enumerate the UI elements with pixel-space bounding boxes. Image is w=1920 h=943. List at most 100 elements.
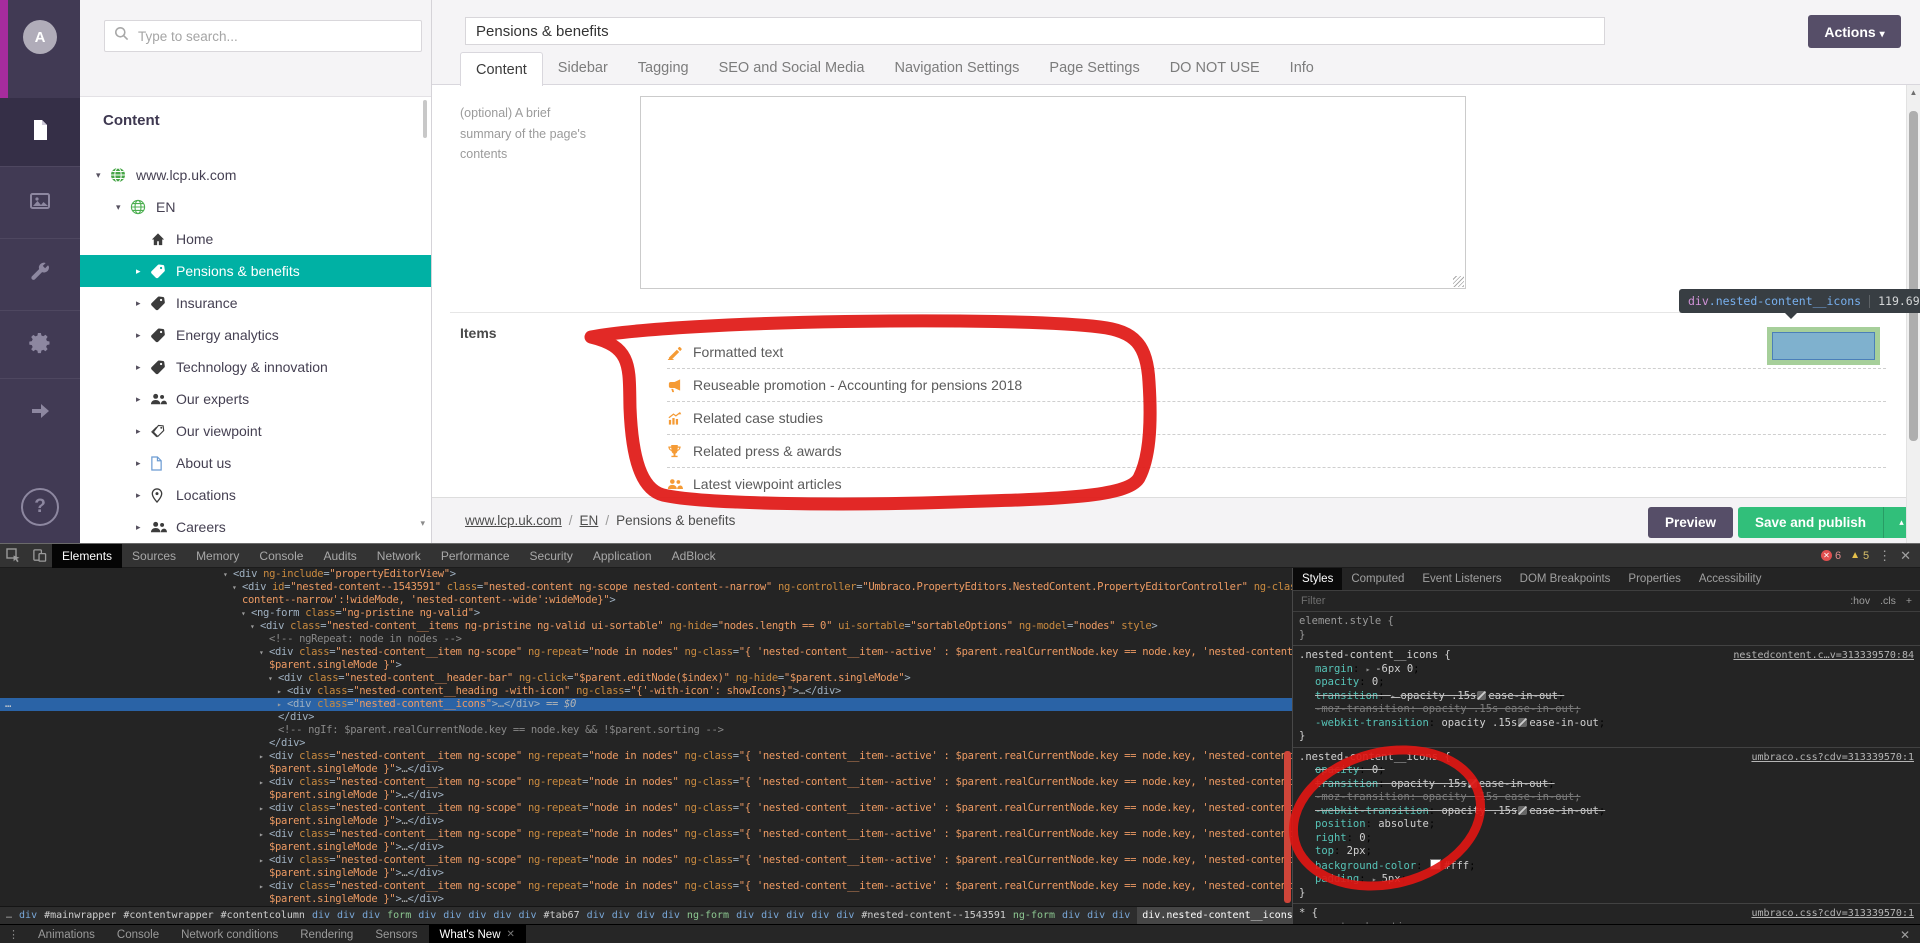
avatar[interactable]: A	[23, 20, 57, 54]
devtools-close-icon[interactable]: ✕	[1900, 548, 1911, 564]
error-badge[interactable]: ✕6	[1821, 550, 1841, 562]
crumb-div[interactable]: div	[1087, 910, 1105, 921]
css-property-position[interactable]: position: absolute;	[1299, 818, 1914, 832]
expand-caret-icon[interactable]: ▾	[241, 607, 251, 620]
devtools-tab-security[interactable]: Security	[520, 544, 583, 568]
tab-content[interactable]: Content	[460, 52, 543, 86]
crumb-ng-form[interactable]: ng-form	[687, 910, 729, 921]
css-property-background-color[interactable]: background-color: #fff;	[1299, 859, 1914, 874]
sidebar-item-translation[interactable]	[0, 378, 80, 447]
tree-item-technology-innovation[interactable]: ▸Technology & innovation	[80, 351, 431, 383]
expand-caret-icon[interactable]: ▸	[259, 802, 269, 815]
tree-caret-icon[interactable]: ▸	[136, 394, 150, 405]
tab-info[interactable]: Info	[1275, 52, 1329, 84]
expand-caret-icon[interactable]: ▾	[223, 568, 233, 581]
expand-caret-icon[interactable]: ▾	[232, 581, 242, 594]
devtools-tab-memory[interactable]: Memory	[186, 544, 249, 568]
tree-item-locations[interactable]: ▸Locations	[80, 479, 431, 511]
drawer-tab-console[interactable]: Console	[106, 925, 170, 943]
crumb-div-nested-content-icons[interactable]: div.nested-content__icons	[1137, 907, 1292, 925]
devtools-tab-audits[interactable]: Audits	[313, 544, 366, 568]
expand-caret-icon[interactable]: ▾	[259, 646, 269, 659]
crumb-div[interactable]: div	[662, 910, 680, 921]
css-property-webkit-transition[interactable]: -webkit-transition: opacity .15sease-in-…	[1299, 805, 1914, 819]
dom-node-line[interactable]: </div>	[0, 711, 1292, 724]
stylesheet-source-link[interactable]: nestedcontent.c…v=313339570:84	[1733, 649, 1914, 663]
css-property-webkit-transition[interactable]: -webkit-transition: opacity .15sease-in-…	[1299, 717, 1914, 731]
tree-caret-icon[interactable]: ▸	[136, 522, 150, 533]
tree-item-home[interactable]: Home	[80, 223, 431, 255]
crumb-div[interactable]: div	[1062, 910, 1080, 921]
dom-node-line[interactable]: $parent.singleMode }">…</div>	[0, 789, 1292, 802]
tab-navigation-settings[interactable]: Navigation Settings	[879, 52, 1034, 84]
dom-node-line[interactable]: ▸<div class="nested-content__item ng-sco…	[0, 802, 1292, 815]
sidebar-item-settings[interactable]	[0, 238, 80, 311]
nested-item-formatted-text[interactable]: Formatted text	[667, 336, 1886, 369]
drawer-tab-network-conditions[interactable]: Network conditions	[170, 925, 289, 943]
devtools-tab-sources[interactable]: Sources	[122, 544, 186, 568]
crumb-div[interactable]: div	[312, 910, 330, 921]
crumb-mainwrapper[interactable]: #mainwrapper	[44, 910, 116, 921]
tree-scroll-down-icon[interactable]: ▾	[420, 518, 425, 529]
nested-item-reuseable-promotion-accounting-for-pensions-2018[interactable]: Reuseable promotion - Accounting for pen…	[667, 369, 1886, 402]
dom-node-line[interactable]: ▸<div class="nested-content__item ng-sco…	[0, 880, 1292, 893]
nested-item-related-press-awards[interactable]: Related press & awards	[667, 435, 1886, 468]
tree-item-about-us[interactable]: ▸About us	[80, 447, 431, 479]
color-swatch[interactable]	[1430, 859, 1441, 870]
devtools-tab-performance[interactable]: Performance	[431, 544, 520, 568]
crumb-div[interactable]: div	[612, 910, 630, 921]
crumb-contentcolumn[interactable]: #contentcolumn	[221, 910, 305, 921]
crumb-div[interactable]: div	[761, 910, 779, 921]
device-toolbar-icon[interactable]	[26, 544, 52, 568]
css-rule-nested-content-icons[interactable]: nestedcontent.c…v=313339570:84.nested-co…	[1293, 646, 1920, 748]
tree-caret-icon[interactable]: ▸	[136, 362, 150, 373]
dom-node-line[interactable]: ▸<div class="nested-content__item ng-sco…	[0, 776, 1292, 789]
crumb-div[interactable]: div	[587, 910, 605, 921]
styles-tab-styles[interactable]: Styles	[1293, 568, 1342, 590]
breadcrumb-lang-link[interactable]: EN	[580, 513, 599, 528]
drawer-tab-what-s-new[interactable]: What's New✕	[429, 925, 526, 943]
crumb-div[interactable]: div	[811, 910, 829, 921]
dom-node-line[interactable]: …▸<div class="nested-content__icons">…</…	[0, 698, 1292, 711]
nested-item-related-case-studies[interactable]: Related case studies	[667, 402, 1886, 435]
css-property-moz-transition[interactable]: -moz-transition: opacity .15s ease-in-ou…	[1299, 703, 1914, 717]
tree-item-our-experts[interactable]: ▸Our experts	[80, 383, 431, 415]
expand-caret-icon[interactable]: ▸	[259, 854, 269, 867]
crumb-div[interactable]: div	[493, 910, 511, 921]
expand-caret-icon[interactable]: ▸	[259, 880, 269, 893]
preview-button[interactable]: Preview	[1648, 507, 1733, 538]
crumb-[interactable]: …	[6, 910, 12, 921]
dom-node-line[interactable]: ▸<div class="nested-content__heading -wi…	[0, 685, 1292, 698]
tree-item-en[interactable]: ▾EN	[80, 191, 431, 223]
dom-node-line[interactable]: $parent.singleMode }">…</div>	[0, 763, 1292, 776]
dom-node-line[interactable]: $parent.singleMode }">…</div>	[0, 893, 1292, 906]
tab-page-settings[interactable]: Page Settings	[1034, 52, 1154, 84]
save-and-publish-button[interactable]: Save and publish ▴	[1738, 507, 1919, 538]
expand-caret-icon[interactable]: ▸	[259, 750, 269, 763]
main-scrollbar[interactable]: ▲	[1906, 85, 1920, 543]
devtools-menu-icon[interactable]: ⋮	[1878, 548, 1891, 564]
dom-node-line[interactable]: ▾<div class="nested-content__items ng-pr…	[0, 620, 1292, 633]
filter-input[interactable]: Filter	[1301, 595, 1840, 607]
css-property-opacity[interactable]: opacity: 0;	[1299, 764, 1914, 778]
expand-caret-icon[interactable]: ▾	[268, 672, 278, 685]
crumb-ng-form[interactable]: ng-form	[1013, 910, 1055, 921]
dom-node-line[interactable]: $parent.singleMode }">…</div>	[0, 841, 1292, 854]
page-title-input[interactable]	[465, 17, 1605, 45]
tree-item-energy-analytics[interactable]: ▸Energy analytics	[80, 319, 431, 351]
new-rule-icon[interactable]: +	[1906, 595, 1912, 607]
dom-node-line[interactable]: $parent.singleMode }">…</div>	[0, 815, 1292, 828]
tab-sidebar[interactable]: Sidebar	[543, 52, 623, 84]
drawer-tab-close-icon[interactable]: ✕	[507, 929, 515, 940]
dom-node-line[interactable]: ▾<div class="nested-content__header-bar"…	[0, 672, 1292, 685]
styles-tab-computed[interactable]: Computed	[1342, 568, 1413, 590]
dom-node-line[interactable]: ▸<div class="nested-content__item ng-sco…	[0, 828, 1292, 841]
tree-caret-icon[interactable]: ▸	[136, 458, 150, 469]
tree-caret-icon[interactable]: ▸	[136, 298, 150, 309]
tree-caret-icon[interactable]: ▸	[136, 490, 150, 501]
main-scrollbar-thumb[interactable]	[1909, 111, 1918, 441]
drawer-tab-sensors[interactable]: Sensors	[364, 925, 428, 943]
devtools-tab-elements[interactable]: Elements	[52, 544, 122, 568]
inspect-element-icon[interactable]	[0, 544, 26, 568]
css-rule-[interactable]: umbraco.css?cdv=313339570:1* {-ms-touch-…	[1293, 904, 1920, 924]
